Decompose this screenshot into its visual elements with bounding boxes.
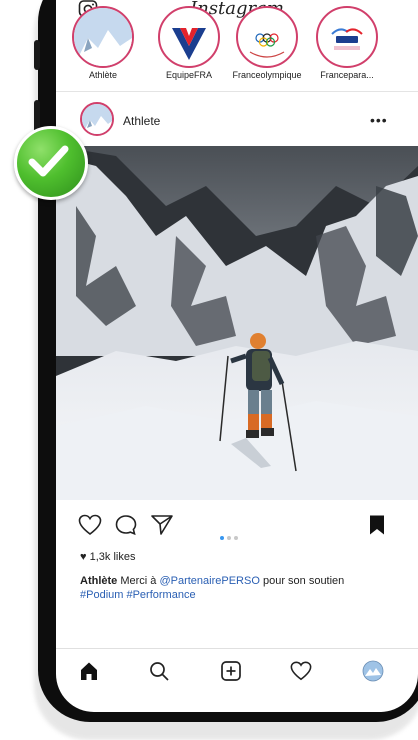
divider [56, 91, 418, 92]
bottom-navigation [56, 650, 418, 700]
checkmark-badge-icon [14, 126, 88, 200]
likes-count[interactable]: ♥ 1,3k likes [80, 551, 135, 563]
side-button [34, 40, 40, 70]
post-image[interactable] [56, 146, 418, 500]
carousel-dot [234, 536, 238, 540]
carousel-dot [220, 536, 224, 540]
caption-username[interactable]: Athlète [80, 575, 117, 587]
like-icon[interactable] [78, 514, 102, 541]
story-avatar [316, 6, 378, 68]
bookmark-icon[interactable] [368, 514, 386, 541]
post-actions [56, 508, 418, 544]
divider [56, 648, 418, 649]
share-icon[interactable] [150, 514, 174, 541]
home-icon[interactable] [78, 660, 100, 687]
caption-mention[interactable]: @PartenairePERSO [159, 575, 259, 587]
carousel-dot [227, 536, 231, 540]
post-header: Athlete ••• [56, 100, 418, 144]
phone-screen: Instagram Athlète EquipeFRA Franceolympi… [56, 0, 418, 712]
search-icon[interactable] [148, 660, 170, 687]
story-avatar [72, 6, 134, 68]
post-username[interactable]: Athlete [123, 114, 160, 128]
caption-hashtags[interactable]: #Podium #Performance [80, 589, 196, 601]
add-post-icon[interactable] [220, 660, 242, 687]
story-label: Athlète [88, 70, 118, 80]
caption-text: Merci à [117, 575, 160, 587]
caption-text: pour son soutien [259, 575, 345, 587]
post-avatar[interactable] [80, 102, 114, 136]
heart-filled-icon: ♥ [80, 551, 87, 563]
story-label: Francepara... [320, 70, 374, 80]
story-avatar [158, 6, 220, 68]
stories-bar: Athlète EquipeFRA Franceolympique France… [56, 6, 418, 90]
carousel-indicator [220, 527, 241, 545]
post-caption: Athlète Merci à @PartenairePERSO pour so… [80, 574, 404, 602]
story-avatar [236, 6, 298, 68]
more-options-icon[interactable]: ••• [370, 112, 388, 128]
comment-icon[interactable] [114, 514, 138, 541]
profile-avatar[interactable] [362, 660, 384, 687]
activity-heart-icon[interactable] [290, 660, 312, 687]
